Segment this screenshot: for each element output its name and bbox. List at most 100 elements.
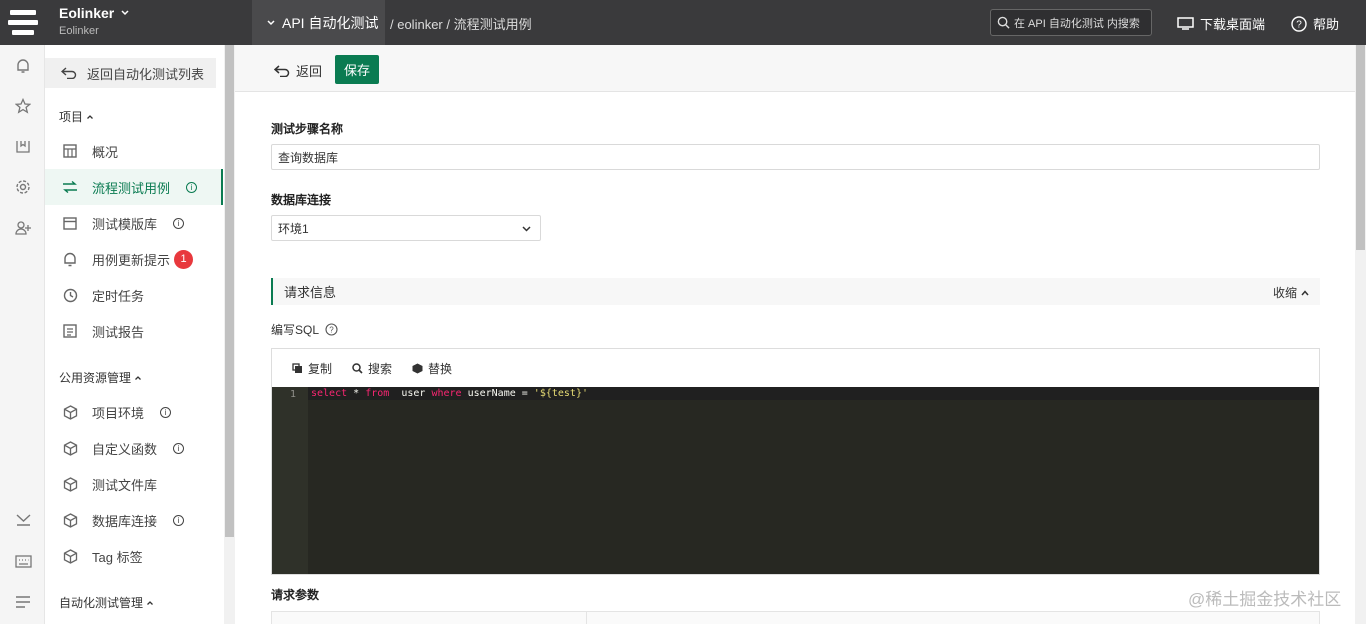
search-input[interactable]: 在 API 自动化测试 内搜索 [990, 9, 1152, 36]
collapse-button[interactable]: 收缩 [1273, 284, 1310, 301]
replace-icon [412, 363, 423, 373]
sidebar-scrollbar[interactable] [224, 45, 235, 624]
replace-button[interactable]: 替换 [412, 360, 452, 377]
star-icon[interactable] [13, 96, 33, 116]
search-icon [352, 362, 363, 374]
download-icon[interactable] [13, 510, 33, 530]
sidebar-item-project-env[interactable]: 项目环境 i [45, 394, 223, 430]
code-text: user [389, 388, 432, 399]
params-table [271, 611, 1320, 624]
info-icon[interactable]: i [160, 406, 172, 418]
bell-icon [62, 251, 78, 267]
bell-icon[interactable] [13, 56, 33, 76]
auto-group-toggle[interactable]: 自动化测试管理 [59, 594, 154, 611]
back-to-list-button[interactable]: 返回自动化测试列表 [45, 58, 216, 88]
back-button[interactable]: 返回 [274, 61, 322, 80]
sidebar-item-label: 测试报告 [92, 324, 145, 340]
copy-button[interactable]: 复制 [292, 360, 332, 377]
sidebar-item-label: 测试模版库 [92, 216, 158, 232]
step-name-input[interactable]: 查询数据库 [271, 144, 1320, 170]
watermark: @稀土掘金技术社区 [1188, 590, 1342, 609]
keyboard-icon[interactable] [13, 551, 33, 571]
help-label: 帮助 [1313, 17, 1340, 32]
sql-editor: 复制 搜索 替换 1 select * from user where user… [271, 348, 1320, 575]
db-connection-label: 数据库连接 [271, 193, 332, 207]
toolbar: 返回 保存 [235, 45, 1355, 92]
sql-label: 编写SQL [271, 323, 320, 337]
info-icon[interactable]: i [173, 514, 185, 526]
chevron-down-icon [267, 19, 275, 25]
sidebar-item-label: 项目环境 [92, 405, 145, 421]
info-icon[interactable]: i [173, 217, 185, 229]
help-icon: ? [1291, 15, 1307, 32]
resource-group-label: 公用资源管理 [59, 371, 132, 385]
sidebar-item-label: 数据库连接 [92, 513, 158, 529]
auto-group-label: 自动化测试管理 [59, 596, 144, 610]
template-icon [62, 215, 78, 231]
clock-icon [62, 287, 78, 303]
download-desktop-button[interactable]: 下载桌面端 [1177, 14, 1265, 33]
sidebar-item-test-reports[interactable]: 测试报告 [45, 313, 223, 349]
top-bar: Eolinker Eolinker API 自动化测试 / eolinker /… [0, 0, 1366, 45]
dashboard-icon [62, 143, 78, 159]
flow-icon [62, 179, 78, 195]
workspace-sub: Eolinker [59, 25, 99, 37]
sidebar-item-flow-test-cases[interactable]: 流程测试用例 i [45, 169, 223, 205]
request-info-section: 请求信息 收缩 [271, 278, 1320, 305]
help-button[interactable]: ? 帮助 [1291, 14, 1339, 33]
sidebar-item-db-connections[interactable]: 数据库连接 i [45, 502, 223, 538]
chevron-down-icon [121, 10, 129, 16]
scrollbar-thumb[interactable] [1356, 45, 1365, 250]
workspace-name: Eolinker [59, 5, 115, 21]
breadcrumb: / eolinker / 流程测试用例 [390, 17, 532, 32]
code-line[interactable]: select * from user where userName = '${t… [308, 387, 1319, 400]
line-number: 1 [272, 387, 308, 574]
module-switcher[interactable]: API 自动化测试 [252, 0, 385, 45]
code-text: userName = [461, 388, 534, 399]
info-icon[interactable]: i [186, 181, 198, 193]
sidebar-item-custom-functions[interactable]: 自定义函数 i [45, 430, 223, 466]
chevron-up-icon [87, 114, 93, 119]
add-user-icon[interactable] [13, 218, 33, 238]
save-button[interactable]: 保存 [335, 55, 379, 84]
sidebar-item-test-templates[interactable]: 测试模版库 i [45, 205, 223, 241]
cube-icon [62, 548, 78, 564]
svg-text:?: ? [1296, 19, 1302, 30]
db-connection-select[interactable]: 环境1 [271, 215, 541, 241]
code-keyword: from [365, 388, 390, 399]
search-button[interactable]: 搜索 [352, 360, 392, 377]
main-scrollbar[interactable] [1355, 45, 1366, 624]
icon-rail [0, 45, 45, 624]
column-divider [586, 612, 587, 624]
resource-group-toggle[interactable]: 公用资源管理 [59, 369, 142, 386]
cube-icon [62, 512, 78, 528]
sidebar-item-test-files[interactable]: 测试文件库 [45, 466, 223, 502]
gear-icon[interactable] [13, 177, 33, 197]
code-area[interactable]: 1 select * from user where userName = '$… [272, 387, 1319, 574]
request-params-label: 请求参数 [271, 588, 320, 602]
back-label: 返回 [296, 64, 323, 79]
db-connection-value: 环境1 [278, 221, 309, 236]
sidebar-item-scheduled-tasks[interactable]: 定时任务 [45, 277, 223, 313]
return-icon [61, 67, 77, 79]
main-panel: 返回 保存 测试步骤名称 查询数据库 数据库连接 环境1 请求信息 收缩 编写S… [235, 45, 1355, 624]
info-icon[interactable]: i [173, 442, 185, 454]
sidebar-item-tags[interactable]: Tag 标签 [45, 538, 223, 574]
help-icon[interactable]: ? [325, 323, 338, 336]
cube-icon [62, 476, 78, 492]
map-icon[interactable] [13, 136, 33, 156]
logo-icon[interactable] [0, 0, 45, 45]
sidebar-item-case-update-notice[interactable]: 用例更新提示 1 [45, 241, 223, 277]
menu-icon[interactable] [13, 592, 33, 612]
sidebar-item-label: 概况 [92, 144, 119, 160]
project-group-label: 项目 [59, 110, 84, 124]
sidebar-item-label: 定时任务 [92, 288, 145, 304]
scrollbar-thumb[interactable] [225, 45, 234, 537]
project-group-toggle[interactable]: 项目 [59, 108, 94, 125]
workspace-switcher[interactable]: Eolinker Eolinker [59, 5, 130, 37]
report-icon [62, 323, 78, 339]
sidebar-item-overview[interactable]: 概况 [45, 133, 223, 169]
code-string: '${test}' [533, 388, 588, 399]
sql-label-row: 编写SQL ? [271, 321, 338, 338]
sidebar-item-label: 用例更新提示 [92, 252, 171, 268]
